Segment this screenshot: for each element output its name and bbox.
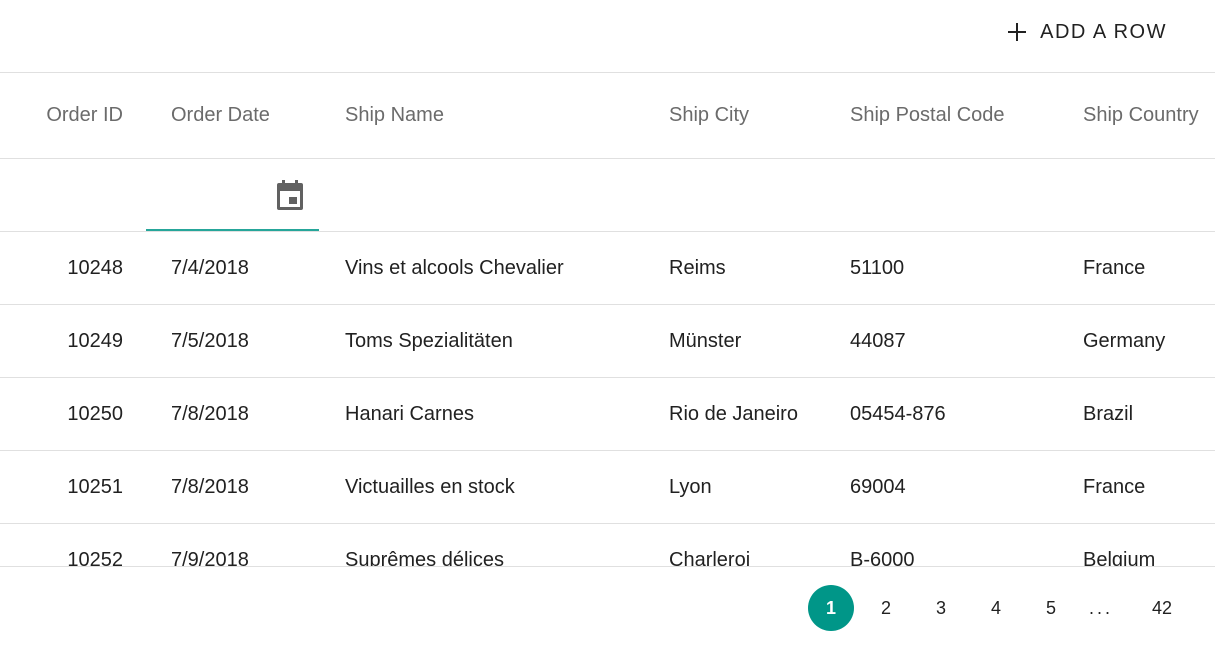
ship-city-cell[interactable]: Charleroi (669, 524, 829, 567)
column-header-ship-country[interactable]: Ship Country (1083, 73, 1215, 158)
column-header-order-id[interactable]: Order ID (0, 73, 123, 158)
table-row[interactable]: 10248 7/4/2018 Vins et alcools Chevalier Re… (0, 232, 1215, 305)
data-grid: Order ID Order Date Ship Name Ship City … (0, 73, 1215, 566)
order-id-cell[interactable]: 10251 (0, 451, 123, 523)
ship-postal-code-cell[interactable]: 05454-876 (850, 378, 1060, 450)
order-date-cell[interactable]: 7/4/2018 (171, 232, 321, 304)
order-id-cell[interactable]: 10250 (0, 378, 123, 450)
ship-name-cell[interactable]: Vins et alcools Chevalier (345, 232, 645, 304)
pager: 1 2 3 4 5 ... 42 (0, 566, 1215, 649)
column-header-ship-postal-code[interactable]: Ship Postal Code (850, 73, 1060, 158)
table-row[interactable]: 10250 7/8/2018 Hanari Carnes Rio de Janeiro… (0, 378, 1215, 451)
ship-city-cell[interactable]: Reims (669, 232, 829, 304)
page-button-3[interactable]: 3 (918, 585, 964, 631)
ship-postal-code-cell[interactable]: 44087 (850, 305, 1060, 377)
order-date-cell[interactable]: 7/8/2018 (171, 451, 321, 523)
ship-postal-code-cell[interactable]: B-6000 (850, 524, 1060, 567)
column-header-ship-city[interactable]: Ship City (669, 73, 829, 158)
grid-panel: ADD A ROW Order ID Order Date Ship Name … (0, 0, 1215, 649)
ship-city-cell[interactable]: Rio de Janeiro (669, 378, 829, 450)
plus-icon (1008, 23, 1027, 41)
table-row[interactable]: 10252 7/9/2018 Suprêmes délices Charleroi B-… (0, 524, 1215, 567)
ship-city-cell[interactable]: Lyon (669, 451, 829, 523)
header-row: Order ID Order Date Ship Name Ship City … (0, 73, 1215, 159)
page-button-1[interactable]: 1 (808, 585, 854, 631)
add-row-label: ADD A ROW (1040, 20, 1167, 43)
order-id-cell[interactable]: 10252 (0, 524, 123, 567)
ship-postal-code-cell[interactable]: 69004 (850, 451, 1060, 523)
toolbar: ADD A ROW (0, 0, 1215, 73)
table-row[interactable]: 10251 7/8/2018 Victuailles en stock Lyon 690… (0, 451, 1215, 524)
ship-name-cell[interactable]: Victuailles en stock (345, 451, 645, 523)
ship-country-cell[interactable]: Brazil (1083, 378, 1215, 450)
order-date-filter-input[interactable] (146, 159, 319, 231)
page-button-2[interactable]: 2 (863, 585, 909, 631)
page-button-last[interactable]: 42 (1139, 585, 1185, 631)
ship-country-cell[interactable]: France (1083, 451, 1215, 523)
column-header-ship-name[interactable]: Ship Name (345, 73, 645, 158)
order-id-cell[interactable]: 10248 (0, 232, 123, 304)
ship-name-cell[interactable]: Hanari Carnes (345, 378, 645, 450)
ship-name-cell[interactable]: Suprêmes délices (345, 524, 645, 567)
calendar-icon[interactable] (276, 180, 304, 211)
page-button-5[interactable]: 5 (1028, 585, 1074, 631)
ship-city-cell[interactable]: Münster (669, 305, 829, 377)
ship-name-cell[interactable]: Toms Spezialitäten (345, 305, 645, 377)
order-date-cell[interactable]: 7/5/2018 (171, 305, 321, 377)
ship-country-cell[interactable]: Belgium (1083, 524, 1215, 567)
page-ellipsis: ... (1088, 597, 1113, 618)
ship-country-cell[interactable]: France (1083, 232, 1215, 304)
filter-row (0, 159, 1215, 232)
order-date-cell[interactable]: 7/8/2018 (171, 378, 321, 450)
page-button-4[interactable]: 4 (973, 585, 1019, 631)
ship-country-cell[interactable]: Germany (1083, 305, 1215, 377)
ship-postal-code-cell[interactable]: 51100 (850, 232, 1060, 304)
column-header-order-date[interactable]: Order Date (171, 73, 321, 158)
table-row[interactable]: 10249 7/5/2018 Toms Spezialitäten Münster 44… (0, 305, 1215, 378)
order-date-cell[interactable]: 7/9/2018 (171, 524, 321, 567)
add-row-button[interactable]: ADD A ROW (996, 14, 1179, 50)
order-id-cell[interactable]: 10249 (0, 305, 123, 377)
